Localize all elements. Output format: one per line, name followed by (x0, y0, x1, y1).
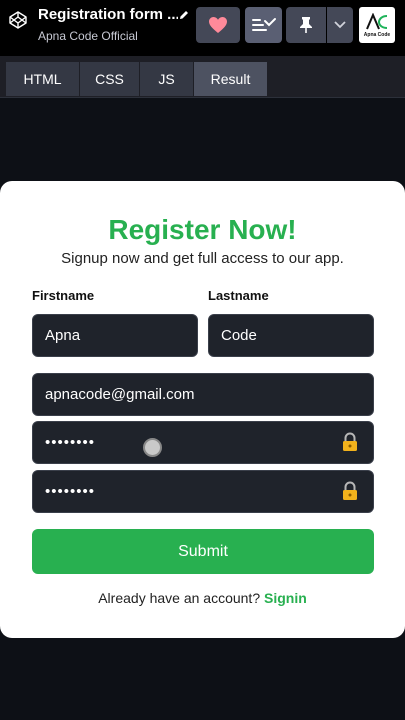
apna-code-logo-icon (366, 12, 388, 29)
chevron-down-icon (334, 21, 346, 29)
lastname-label: Lastname (208, 288, 269, 303)
registration-card: Register Now! Signup now and get full ac… (0, 181, 405, 638)
lastname-input[interactable]: Code (208, 314, 374, 357)
tab-result[interactable]: Result (194, 62, 268, 96)
avatar[interactable]: Apna Code (359, 7, 395, 43)
form-title: Register Now! (108, 214, 297, 245)
lock-icon (343, 432, 357, 451)
tab-html[interactable]: HTML (6, 62, 80, 96)
pen-header: Registration form ... Apna Code Official (0, 0, 405, 56)
pen-author[interactable]: Apna Code Official (38, 28, 138, 44)
password-value: •••••••• (45, 434, 96, 451)
confirm-password-input[interactable]: •••••••• (32, 470, 374, 513)
codepen-logo-icon[interactable] (8, 10, 28, 30)
pin-button[interactable] (286, 7, 326, 43)
touch-cursor-indicator (143, 438, 162, 457)
form-subtitle: Signup now and get full access to our ap… (61, 250, 344, 267)
more-options-button[interactable] (327, 7, 353, 43)
signin-prompt-text: Already have an account? (98, 590, 261, 606)
email-input[interactable]: apnacode@gmail.com (32, 373, 374, 416)
signin-prompt: Already have an account? Signin (0, 590, 405, 607)
signin-link[interactable]: Signin (264, 590, 307, 606)
confirm-password-value: •••••••• (45, 483, 96, 500)
heart-button[interactable] (196, 7, 240, 43)
editor-tabs: HTML CSS JS Result (0, 56, 405, 98)
pencil-icon[interactable] (178, 9, 190, 21)
tab-css[interactable]: CSS (80, 62, 140, 96)
firstname-label: Firstname (32, 288, 95, 303)
tab-js[interactable]: JS (140, 62, 194, 96)
lock-icon (343, 481, 357, 500)
layout-icon (251, 18, 276, 31)
firstname-input[interactable]: Apna (32, 314, 198, 357)
pen-title[interactable]: Registration form ... (38, 6, 178, 24)
layout-button[interactable] (245, 7, 282, 43)
pin-icon (300, 17, 312, 33)
password-input[interactable]: •••••••• (32, 421, 374, 464)
avatar-label: Apna Code (363, 31, 391, 38)
submit-button[interactable]: Submit (32, 529, 374, 574)
heart-icon (209, 17, 227, 33)
